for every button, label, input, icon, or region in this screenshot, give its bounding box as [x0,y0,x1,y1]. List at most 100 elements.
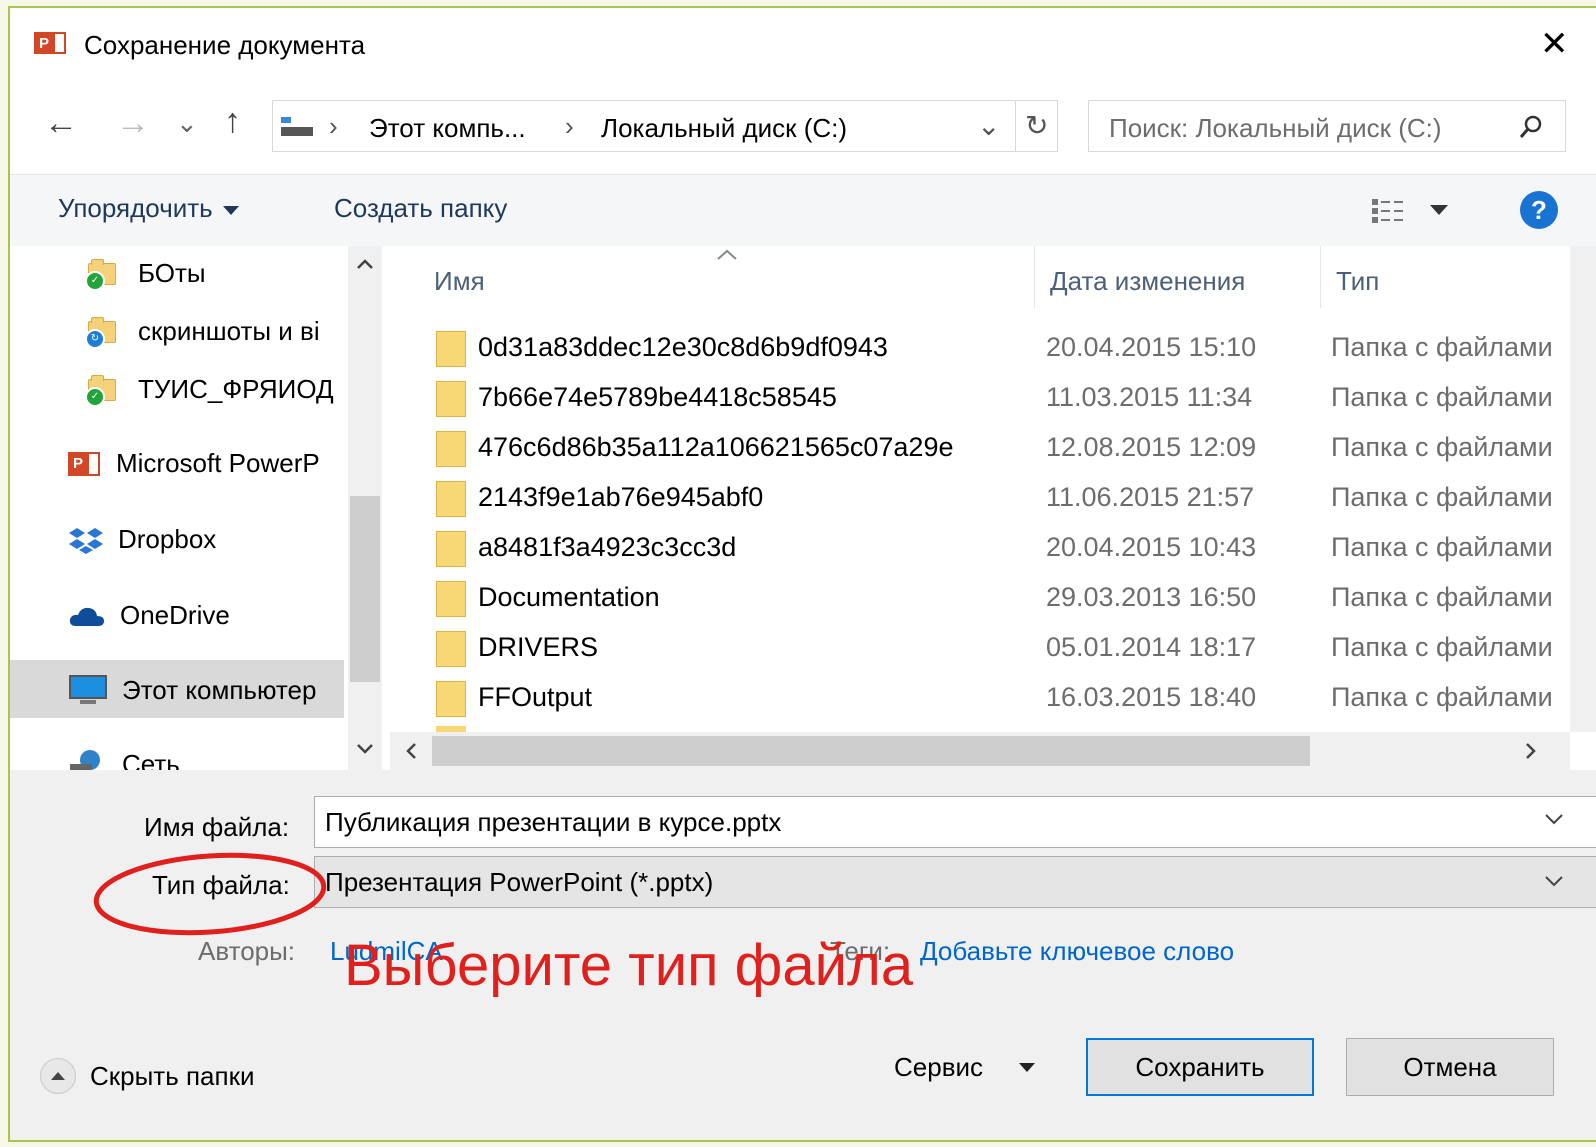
filename-dropdown-chevron-icon[interactable] [1544,812,1564,831]
recent-locations-chevron-icon[interactable]: ⌄ [176,108,198,139]
column-header-type[interactable]: Тип [1336,266,1379,297]
nav-item-label: ТУИС_ФРЯИОД [138,374,334,404]
app-logo: P [34,32,66,54]
file-date: 05.01.2014 18:17 [1046,632,1257,662]
up-arrow-icon[interactable]: ↑ [224,102,241,141]
nav-item-boty[interactable]: ✓ БОты [85,258,206,291]
save-dialog: P Сохранение документа ✕ ← → ⌄ ↑ › Этот … [8,6,1596,1142]
file-date: 12.08.2015 12:09 [1046,432,1257,462]
nav-item-powerpoint[interactable]: P Microsoft PowerP [68,448,320,479]
table-row[interactable]: 2143f9e1ab76e945abf0 11.06.2015 21:57 Па… [390,474,1570,524]
back-arrow-icon[interactable]: ← [44,104,78,143]
nav-item-screenshots[interactable]: ↻ скриншоты и ві [85,316,320,349]
file-type: Папка с файлами [1331,532,1553,562]
file-name: 2143f9e1ab76e945abf0 [478,482,764,512]
scroll-down-chevron-icon[interactable] [356,742,374,761]
breadcrumb-separator-icon: › [329,111,338,141]
refresh-icon[interactable]: ↻ [1025,109,1048,142]
address-dropdown-chevron-icon[interactable]: ⌄ [977,109,1000,142]
search-input[interactable]: Поиск: Локальный диск (C:) [1109,113,1442,144]
breadcrumb-this-pc[interactable]: Этот компь... [369,113,526,144]
table-row[interactable]: a8481f3a4923c3cc3d 20.04.2015 10:43 Папк… [390,524,1570,574]
folder-icon [436,681,466,717]
view-dropdown-caret-icon[interactable] [1430,205,1448,215]
column-divider[interactable] [1320,246,1321,308]
organize-label: Упорядочить [58,193,213,223]
close-icon[interactable]: ✕ [1540,24,1569,64]
scroll-right-chevron-icon[interactable] [1524,742,1538,765]
breadcrumb-local-disk[interactable]: Локальный диск (C:) [601,113,847,144]
view-options-icon[interactable] [1370,197,1410,225]
nav-item-onedrive[interactable]: OneDrive [68,600,230,631]
folder-icon [436,481,466,517]
save-button[interactable]: Сохранить [1086,1038,1314,1096]
file-date: 29.03.2013 16:50 [1046,582,1257,612]
nav-item-tuis[interactable]: ✓ ТУИС_ФРЯИОД [85,374,334,407]
address-bar[interactable]: › Этот компь... › Локальный диск (C:) ⌄ … [272,100,1058,152]
filename-input[interactable]: Публикация презентации в курсе.pptx [314,796,1596,848]
nav-scrollbar[interactable] [348,246,382,770]
folder-icon [436,431,466,467]
search-box[interactable]: Поиск: Локальный диск (C:) [1088,100,1566,152]
scroll-up-chevron-icon[interactable] [356,254,374,277]
table-row[interactable]: DRIVERS 05.01.2014 18:17 Папка с файлами [390,624,1570,674]
table-row[interactable]: 476c6d86b35a112a106621565c07a29e 12.08.2… [390,424,1570,474]
file-type: Папка с файлами [1331,632,1553,662]
file-type: Папка с файлами [1331,432,1553,462]
folder-icon [436,581,466,617]
powerpoint-icon-sheet [53,32,66,54]
nav-item-label: Dropbox [118,524,217,554]
hide-folders-button[interactable]: Скрыть папки [40,1058,255,1094]
nav-item-label: Сеть [122,748,180,771]
file-type: Папка с файлами [1331,482,1553,512]
forward-arrow-icon[interactable]: → [116,104,150,143]
nav-item-this-pc[interactable]: Этот компьютер [68,674,316,706]
nav-item-label: БОты [138,258,206,288]
file-name: 476c6d86b35a112a106621565c07a29e [478,432,954,462]
file-date: 11.06.2015 21:57 [1046,482,1255,512]
nav-item-dropbox[interactable]: Dropbox [68,524,216,555]
help-icon[interactable]: ? [1520,191,1558,229]
horizontal-scrollbar[interactable] [390,732,1570,770]
drive-icon [281,117,313,137]
organize-button[interactable]: Упорядочить [58,193,239,224]
table-row[interactable]: 7b66e74e5789be4418c58545 11.03.2015 11:3… [390,374,1570,424]
file-name: 7b66e74e5789be4418c58545 [478,382,837,412]
nav-scrollbar-thumb[interactable] [350,496,380,682]
file-type: Папка с файлами [1331,332,1553,362]
folder-icon [436,331,466,367]
filetype-select[interactable]: Презентация PowerPoint (*.pptx) [314,856,1596,908]
folder-icon: ✓ [85,374,116,407]
save-options-panel: Имя файла: Публикация презентации в курс… [10,770,1596,1140]
tools-button[interactable]: Сервис [894,1052,1036,1083]
file-date: 20.04.2015 10:43 [1046,532,1257,562]
table-row[interactable]: Documentation 29.03.2013 16:50 Папка с ф… [390,574,1570,624]
tags-value[interactable]: Добавьте ключевое слово [920,936,1234,967]
file-date: 16.03.2015 18:40 [1046,682,1257,712]
folder-icon [436,631,466,667]
new-folder-button[interactable]: Создать папку [334,193,507,224]
window-title: Сохранение документа [84,30,366,60]
column-header-date[interactable]: Дата изменения [1050,266,1245,297]
nav-item-network[interactable]: Сеть [68,748,180,770]
column-header-name[interactable]: Имя [434,266,485,297]
scroll-left-chevron-icon[interactable] [404,742,418,765]
file-name: a8481f3a4923c3cc3d [478,532,737,562]
caret-down-icon [1019,1063,1036,1072]
search-icon[interactable] [1517,113,1545,141]
filename-value: Публикация презентации в курсе.pptx [325,806,782,837]
file-name: Documentation [478,582,660,612]
file-list-scrollbar[interactable] [1570,246,1596,732]
address-divider [1015,101,1016,151]
table-row[interactable]: FFOutput 16.03.2015 18:40 Папка с файлам… [390,674,1570,724]
filetype-dropdown-chevron-icon[interactable] [1544,874,1564,893]
file-type: Папка с файлами [1331,682,1553,712]
filename-label: Имя файла: [144,812,290,842]
collapse-up-icon [40,1058,76,1094]
horizontal-scrollbar-thumb[interactable] [432,736,1310,766]
column-divider[interactable] [1034,246,1035,308]
file-name: FFOutput [478,682,593,712]
table-row[interactable]: 0d31a83ddec12e30c8d6b9df0943 20.04.2015 … [390,324,1570,374]
cancel-button[interactable]: Отмена [1346,1038,1554,1096]
command-toolbar: Упорядочить Создать папку ? [10,174,1596,248]
